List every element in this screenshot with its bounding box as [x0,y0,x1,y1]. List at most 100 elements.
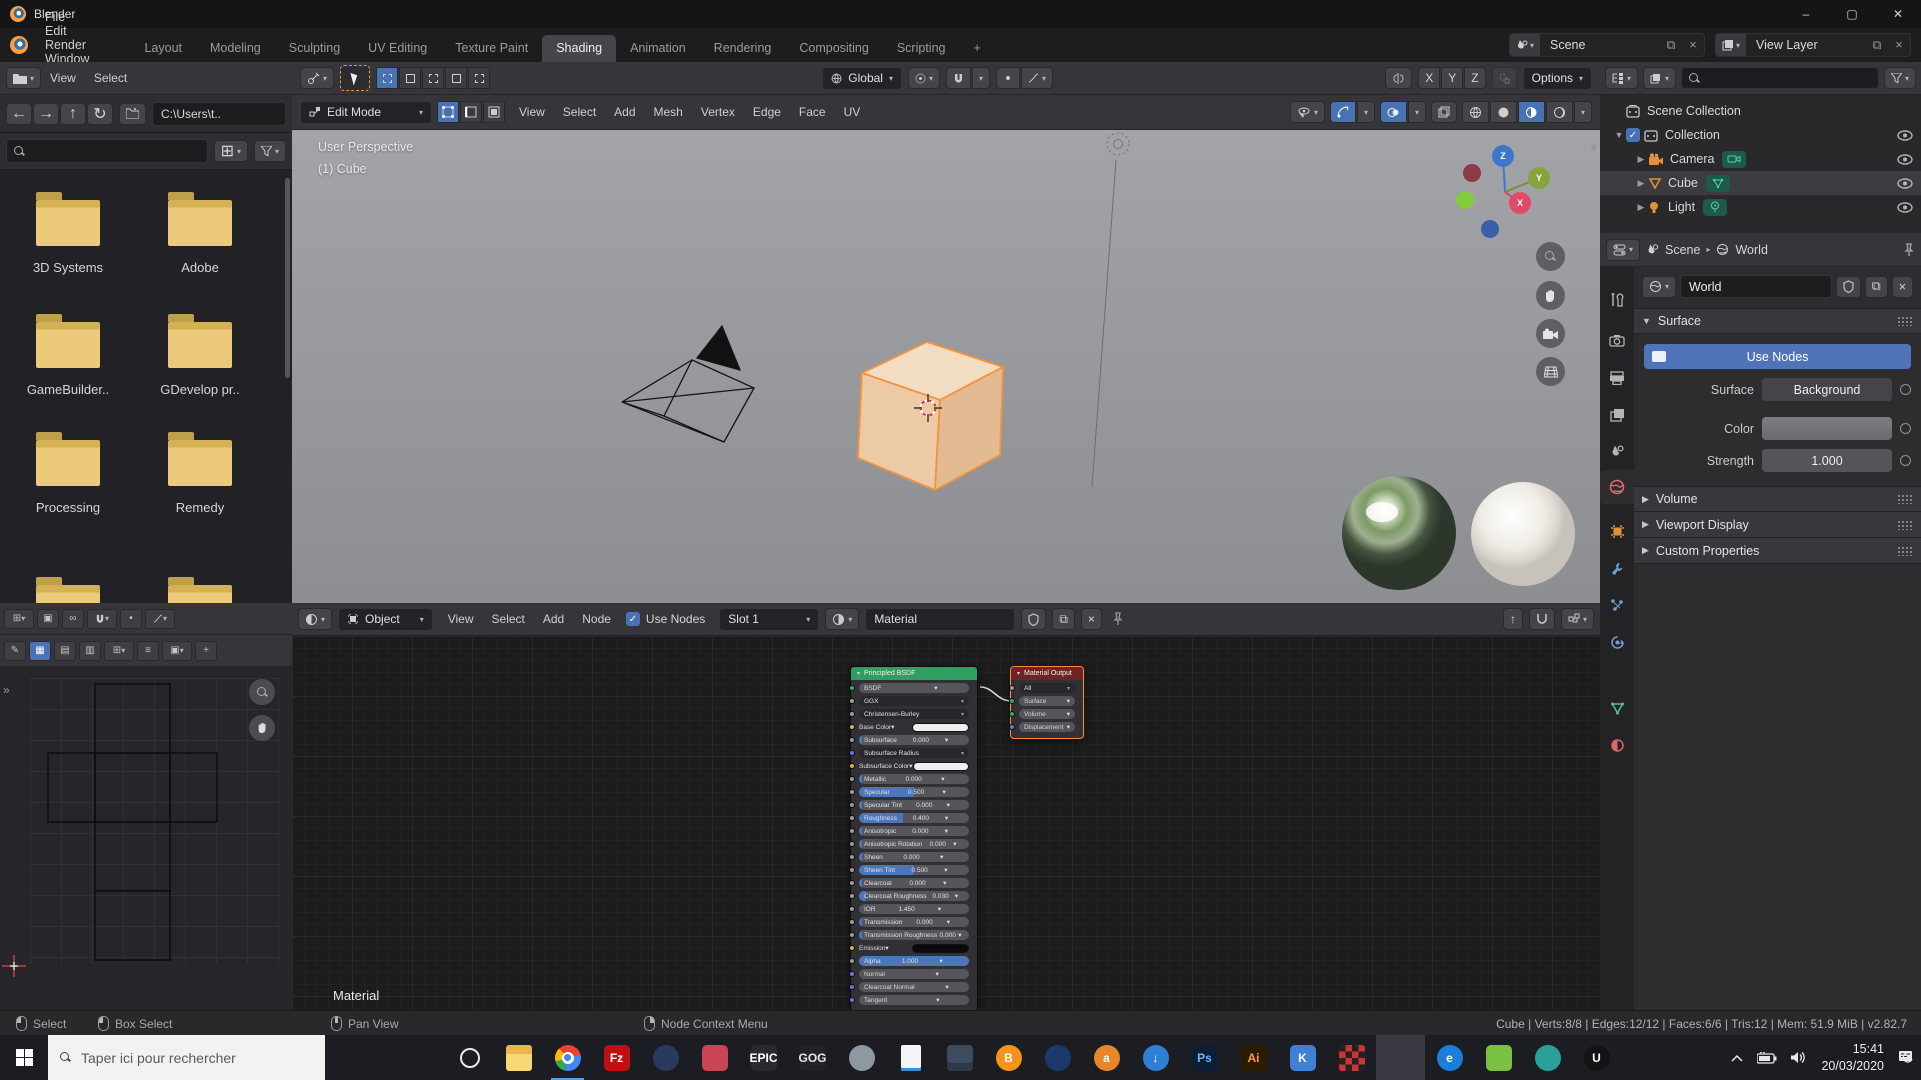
eye-icon[interactable] [1897,130,1913,141]
scene-delete-icon[interactable]: × [1682,38,1704,52]
eye-icon[interactable] [1897,178,1913,189]
node-row[interactable]: IOR 1.450 ▾ [859,903,969,915]
gizmo-neg-z-axis[interactable] [1481,220,1499,238]
select-mode-extend-button[interactable] [399,67,421,89]
input-socket[interactable] [849,815,855,821]
world-id-icon[interactable]: ▾ [1642,276,1676,298]
node-widget[interactable]: Displacement ▾ [1019,722,1075,732]
node-widget[interactable]: Subsurface 0.000 ▾ [859,735,969,745]
node-row[interactable]: Specular 0.500 ▾ [859,786,969,798]
uv-zoom-button[interactable] [249,679,275,705]
input-socket[interactable] [849,958,855,964]
folder-item[interactable]: 3D Systems [8,188,128,275]
input-socket[interactable] [849,971,855,977]
input-socket[interactable] [849,880,855,886]
workspace-tab[interactable]: Rendering [700,35,786,62]
workspace-tab[interactable]: + [959,35,994,62]
outliner-scene-collection-row[interactable]: Scene Collection [1600,99,1921,123]
mesh-data-icon[interactable] [1706,175,1730,192]
node-widget[interactable]: IOR 1.450 ▾ [859,904,969,914]
node-widget[interactable]: GGX ▾ [859,696,969,706]
workspace-tab[interactable]: Shading [542,35,616,62]
node-widget[interactable]: Subsurface Radius ▾ [859,748,969,758]
light-data-icon[interactable] [1703,199,1727,216]
menu-item[interactable]: File [32,10,102,24]
sidebar-collapse-icon[interactable]: ‹ [1592,138,1596,153]
folder-item-partial[interactable] [140,573,260,603]
input-socket[interactable] [849,698,855,704]
tab-modifiers[interactable] [1600,551,1634,585]
input-socket[interactable] [849,711,855,717]
drag-grip-icon[interactable] [1897,494,1913,504]
expand-icon[interactable]: ▶ [1634,202,1648,213]
outliner-search-field[interactable] [1705,71,1871,85]
node-row[interactable]: Clearcoat 0.000 ▾ [859,877,969,889]
animate-dot-icon[interactable] [1900,423,1911,434]
workspace-tab[interactable]: Animation [616,35,700,62]
node-row[interactable]: Specular Tint 0.000 ▾ [859,799,969,811]
expand-icon[interactable]: ▶ [1634,154,1648,165]
battery-icon[interactable] [1757,1052,1777,1064]
tab-object[interactable] [1600,514,1634,548]
node-widget[interactable]: Christensen-Burley ▾ [859,709,969,719]
node-row[interactable]: Volume ▾ [1019,708,1075,720]
node-row[interactable]: Displacement ▾ [1019,721,1075,733]
tab-physics[interactable] [1600,625,1634,659]
select-mode-set-button[interactable] [376,67,398,89]
node-row[interactable]: Anisotropic 0.000 ▾ [859,825,969,837]
workspace-tab[interactable]: Texture Paint [441,35,542,62]
node-row[interactable]: Transmission 0.000 ▾ [859,916,969,928]
node-row[interactable]: Normal ▾ [859,968,969,980]
outliner-search-input[interactable] [1681,67,1879,89]
viewport-menu-item[interactable]: UV [835,105,870,119]
scene-name[interactable]: Scene [1540,38,1660,52]
view-layer-copy-icon[interactable]: ⧉ [1866,38,1888,53]
shading-solid-button[interactable] [1490,101,1517,123]
shader-menu-item[interactable]: Node [573,612,620,626]
node-widget[interactable]: Normal ▾ [859,969,969,979]
node-widget[interactable]: Specular Tint 0.000 ▾ [859,800,969,810]
forward-button[interactable]: → [33,103,59,125]
taskbar-app-icon-calculator[interactable] [935,1035,984,1080]
path-field[interactable]: C:\Users\t.. [152,102,286,126]
input-socket[interactable] [1009,724,1015,730]
tab-world[interactable] [1600,470,1634,504]
node-widget[interactable]: Clearcoat Normal ▾ [859,982,969,992]
workspace-tab[interactable]: Layout [130,35,196,62]
taskbar-app-icon-edge[interactable]: e [1425,1035,1474,1080]
uv-menu-icon[interactable]: ≡ [137,641,159,661]
uv-proportional-icon[interactable]: • [120,609,142,629]
node-widget[interactable]: Clearcoat 0.000 ▾ [859,878,969,888]
node-row[interactable]: Alpha 1.000 ▾ [859,955,969,967]
drag-grip-icon[interactable] [1897,316,1913,326]
menu-item[interactable]: Edit [32,24,102,38]
uv-falloff-icon[interactable]: ▾ [145,609,175,629]
taskbar-app-icon-cortana[interactable] [445,1035,494,1080]
pan-hand-button[interactable] [1536,281,1565,310]
input-socket[interactable] [849,867,855,873]
material-unlink-icon[interactable]: × [1081,608,1102,630]
node-widget[interactable]: Transmission 0.000 ▾ [859,917,969,927]
taskbar-app-icon-pattern-red[interactable] [1327,1035,1376,1080]
overlays-toggle[interactable] [1380,101,1407,123]
surface-section-header[interactable]: ▼ Surface [1634,308,1921,334]
node-row[interactable]: All ▾ [1019,682,1075,694]
uv-link-icon[interactable]: ∞ [62,609,84,629]
outliner-collection-row[interactable]: ▼ ✓ Collection [1600,123,1921,147]
node-widget[interactable]: Sheen Tint 0.500 ▾ [859,865,969,875]
input-socket[interactable] [849,906,855,912]
tab-output[interactable] [1600,361,1634,395]
node-widget[interactable]: Subsurface Color ▾ [859,761,969,771]
node-widget[interactable]: Emission ▾ [859,943,969,953]
uv-image-dropdown[interactable]: ▣▾ [162,641,192,661]
input-socket[interactable] [849,932,855,938]
input-socket[interactable] [849,997,855,1003]
node-row[interactable]: Subsurface Color ▾ [859,760,969,772]
viewport-canvas[interactable]: User Perspective (1) Cube [292,130,1600,603]
taskbar-app-icon-steam[interactable] [641,1035,690,1080]
up-button[interactable]: ↑ [60,103,86,125]
input-socket[interactable] [849,828,855,834]
gizmo-neg-y-axis[interactable] [1463,164,1481,182]
pivot-point-dropdown[interactable]: ▾ [908,67,940,89]
input-socket[interactable] [849,984,855,990]
